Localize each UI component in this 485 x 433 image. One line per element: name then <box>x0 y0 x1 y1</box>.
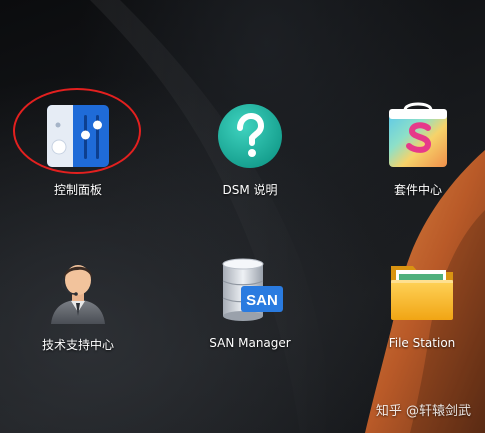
desktop: 控制面板 DSM 说明 套件中心 技术支持中心 SAN SAN Manager … <box>0 0 485 433</box>
app-control-panel[interactable]: 控制面板 <box>8 101 148 241</box>
app-support-center[interactable]: 技术支持中心 <box>8 256 148 396</box>
app-file-station[interactable]: File Station <box>352 256 485 396</box>
san-badge-text: SAN <box>246 292 278 309</box>
app-dsm-help[interactable]: DSM 说明 <box>180 101 320 241</box>
folder-icon <box>391 266 453 320</box>
support-agent-icon <box>51 265 105 324</box>
help-question-icon <box>218 104 282 168</box>
app-san-manager[interactable]: SAN SAN Manager <box>180 256 320 396</box>
package-bag-icon <box>389 102 447 167</box>
app-label: File Station <box>388 336 456 350</box>
app-package-center[interactable]: 套件中心 <box>348 101 485 241</box>
control-panel-icon <box>47 105 109 167</box>
watermark: 知乎 @轩辕剑武 <box>375 404 471 419</box>
app-label: DSM 说明 <box>222 183 278 197</box>
app-label: SAN Manager <box>209 336 291 350</box>
app-label: 控制面板 <box>53 183 102 197</box>
app-label: 技术支持中心 <box>41 338 114 352</box>
storage-database-icon: SAN <box>222 258 283 321</box>
app-label: 套件中心 <box>393 183 442 197</box>
